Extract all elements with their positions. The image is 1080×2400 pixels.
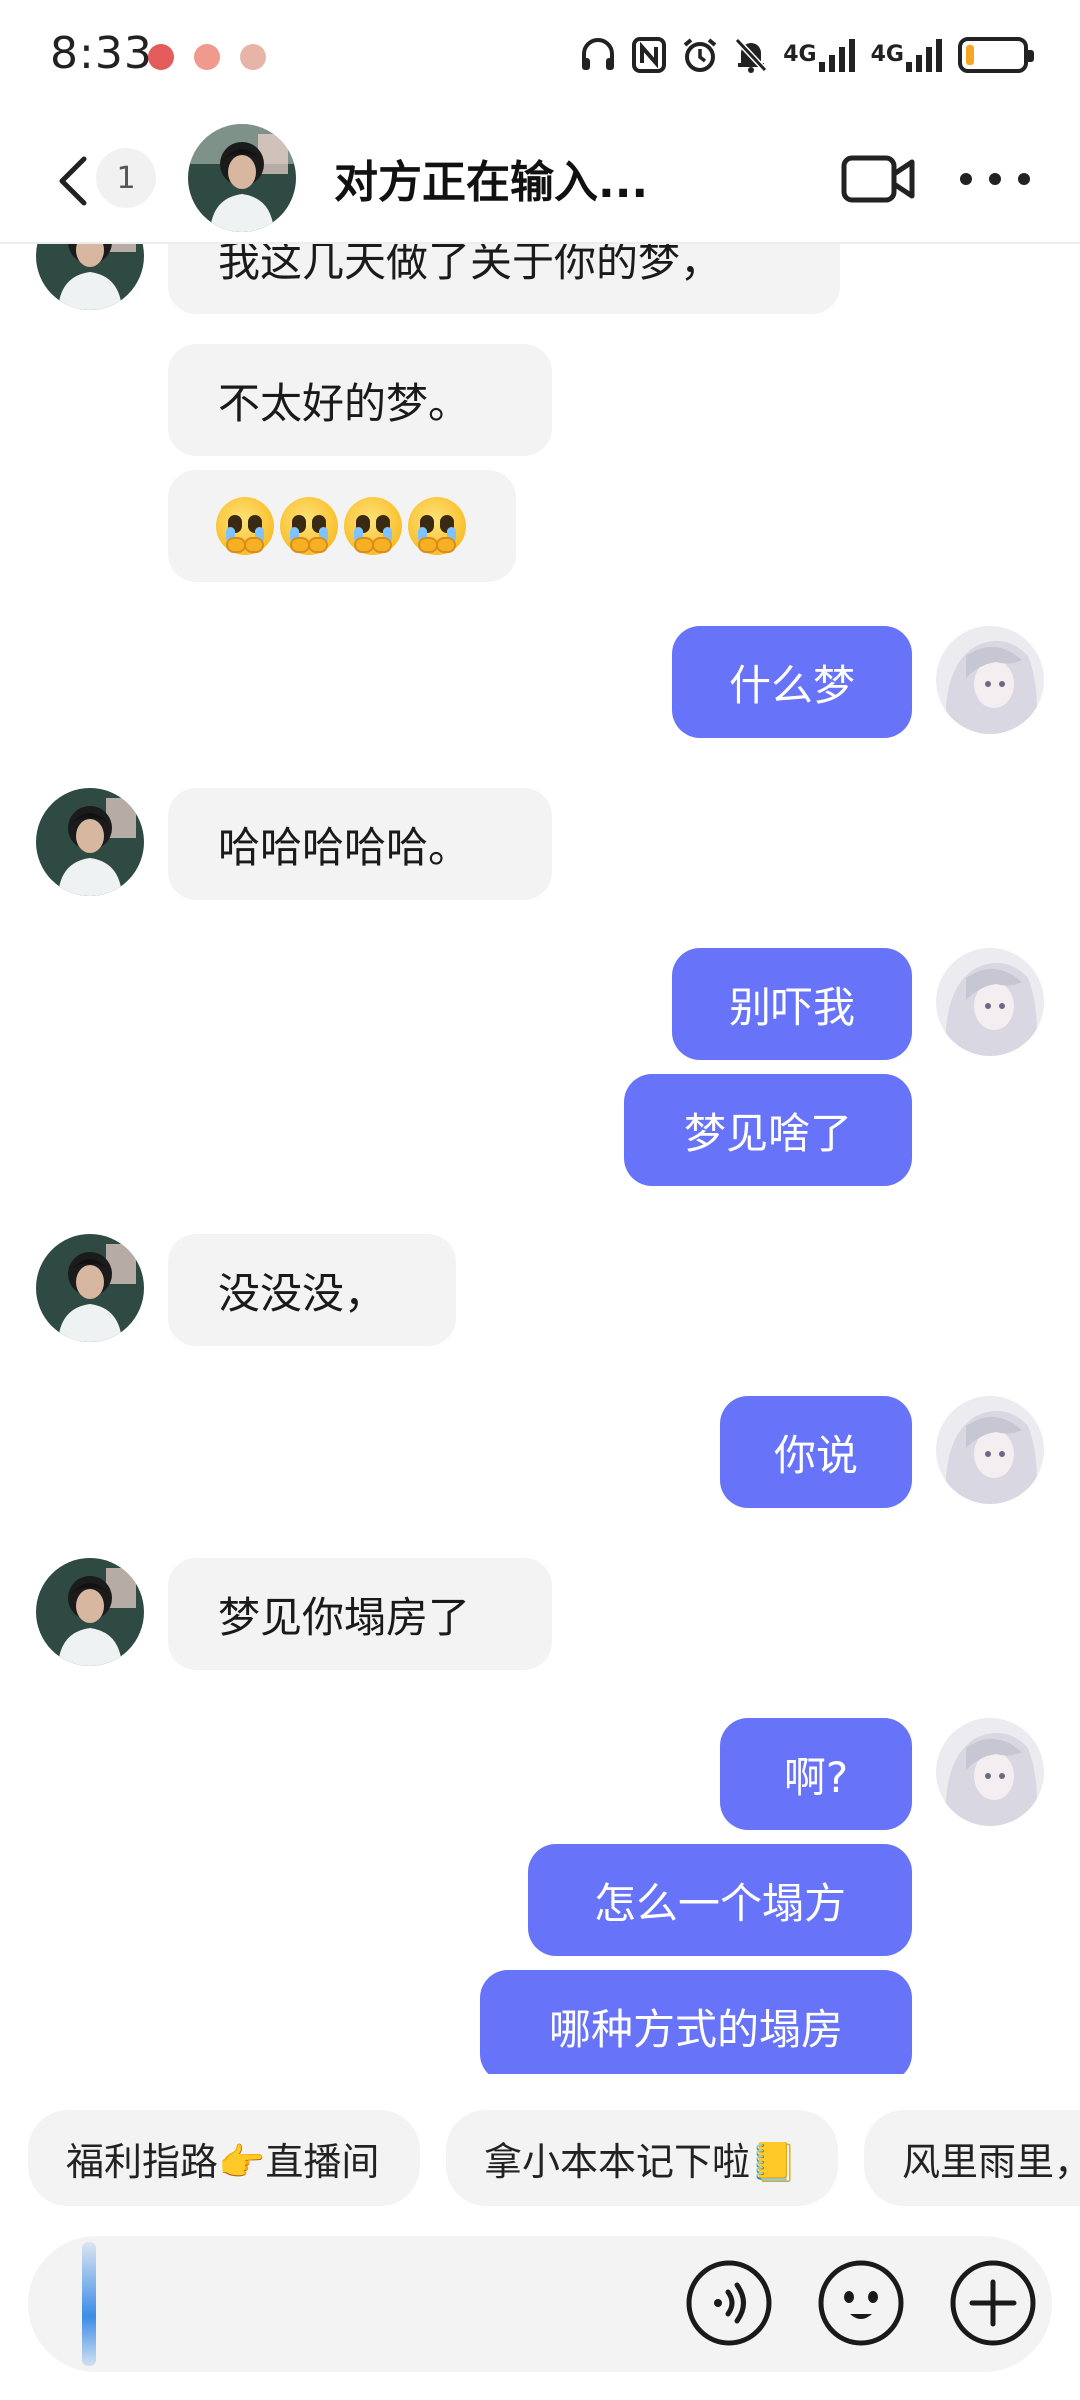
quick-reply-bar[interactable]: 福利指路👉直播间 拿小本本记下啦📒 风里雨里， — [0, 2110, 1080, 2210]
message-text: 梦见啥了 — [683, 1108, 852, 1158]
message-bubble-incoming[interactable]: 没没没， — [168, 1234, 456, 1346]
plus-button[interactable] — [948, 2258, 1038, 2348]
notification-icon — [194, 44, 220, 70]
nfc-icon — [631, 36, 667, 74]
message-text: 哪种方式的塌房 — [548, 2004, 843, 2054]
more-dots-icon — [960, 173, 972, 185]
chevron-left-icon — [59, 156, 87, 206]
message-text: 我这几天做了关于你的梦， — [218, 244, 723, 286]
video-call-button[interactable] — [840, 148, 916, 210]
status-icons: 4G 4G — [579, 30, 1034, 80]
quick-reply-chip[interactable]: 福利指路👉直播间 — [28, 2110, 420, 2206]
voice-icon — [686, 2260, 772, 2346]
contact-avatar[interactable] — [188, 124, 296, 232]
message-text: 不太好的梦。 — [218, 378, 471, 428]
message-text: 别吓我 — [728, 982, 855, 1032]
message-input-bar[interactable] — [28, 2236, 1052, 2372]
message-bubble-outgoing[interactable]: 梦见啥了 — [624, 1074, 912, 1186]
my-avatar[interactable] — [936, 1396, 1044, 1504]
emoji-button[interactable] — [816, 2258, 906, 2348]
chat-header: 1 对方正在输入... — [0, 110, 1080, 244]
message-text: 啊? — [783, 1752, 849, 1802]
message-bubble-incoming[interactable]: 不太好的梦。 — [168, 344, 552, 456]
network-type-1: 4G — [783, 42, 817, 67]
status-time: 8:33 — [50, 28, 153, 79]
message-bubble-outgoing[interactable]: 别吓我 — [672, 948, 912, 1060]
my-avatar[interactable] — [936, 948, 1044, 1056]
message-text: 梦见你塌房了 — [218, 1592, 471, 1642]
message-text: 哈哈哈哈哈。 — [218, 822, 471, 872]
message-list[interactable]: 我这几天做了关于你的梦， 不太好的梦。 什么梦 哈哈哈哈哈。 别吓我 梦见啥了 — [0, 244, 1080, 2074]
text-cursor — [82, 2242, 96, 2366]
quick-reply-chip[interactable]: 拿小本本记下啦📒 — [446, 2110, 838, 2206]
message-bubble-outgoing[interactable]: 啊? — [720, 1718, 912, 1830]
message-bubble-incoming[interactable]: 我这几天做了关于你的梦， — [168, 244, 840, 314]
message-text: 没没没， — [218, 1268, 387, 1318]
plus-icon — [950, 2260, 1036, 2346]
unread-count-badge[interactable]: 1 — [96, 148, 156, 208]
signal-icon: 4G — [871, 38, 944, 72]
network-type-2: 4G — [870, 42, 904, 67]
status-bar: 8:33 4G 4G — [0, 0, 1080, 110]
my-avatar[interactable] — [936, 626, 1044, 734]
mute-bell-icon — [733, 36, 769, 74]
message-text: 你说 — [773, 1430, 858, 1480]
voice-button[interactable] — [684, 2258, 774, 2348]
message-text: 怎么一个塌方 — [593, 1878, 846, 1928]
back-button[interactable] — [44, 146, 104, 216]
notification-icon — [240, 44, 266, 70]
my-avatar[interactable] — [936, 1718, 1044, 1826]
battery-icon — [958, 37, 1034, 73]
message-bubble-incoming[interactable] — [168, 470, 516, 582]
notification-icon — [148, 44, 174, 70]
message-bubble-outgoing[interactable]: 哪种方式的塌房 — [480, 1970, 912, 2074]
smiley-icon — [818, 2260, 904, 2346]
message-bubble-outgoing[interactable]: 什么梦 — [672, 626, 912, 738]
message-bubble-incoming[interactable]: 梦见你塌房了 — [168, 1558, 552, 1670]
signal-icon: 4G — [783, 38, 856, 72]
message-bubble-incoming[interactable]: 哈哈哈哈哈。 — [168, 788, 552, 900]
contact-avatar[interactable] — [36, 1234, 144, 1342]
message-text: 什么梦 — [728, 660, 855, 710]
headphones-icon — [579, 36, 617, 74]
video-camera-icon — [841, 155, 915, 203]
more-options-button[interactable] — [960, 154, 1030, 204]
alarm-icon — [681, 36, 719, 74]
battery-level — [966, 45, 974, 65]
message-bubble-outgoing[interactable]: 你说 — [720, 1396, 912, 1508]
pleading-face-emoji — [216, 497, 472, 555]
contact-avatar[interactable] — [36, 1558, 144, 1666]
message-bubble-outgoing[interactable]: 怎么一个塌方 — [528, 1844, 912, 1956]
chat-title: 对方正在输入... — [334, 157, 649, 208]
quick-reply-chip[interactable]: 风里雨里， — [864, 2110, 1080, 2206]
contact-avatar[interactable] — [36, 244, 144, 310]
contact-avatar[interactable] — [36, 788, 144, 896]
